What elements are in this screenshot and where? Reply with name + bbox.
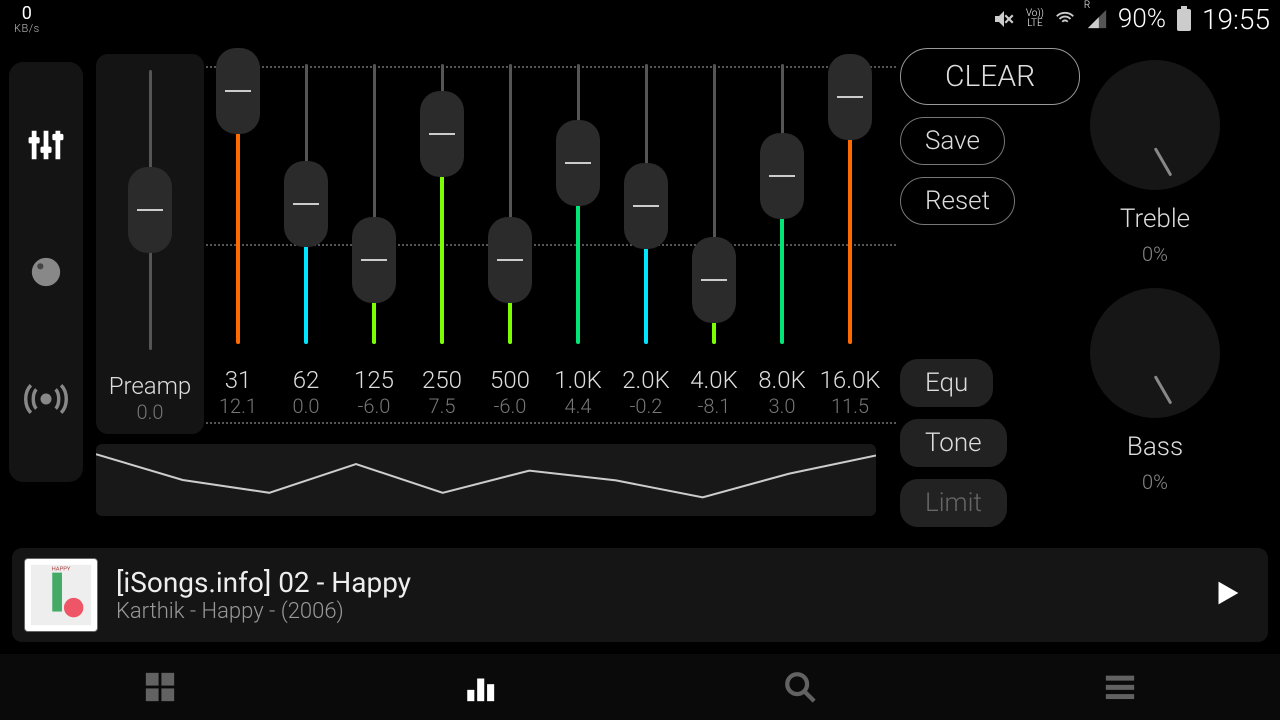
preamp-slider[interactable]: Preamp 0.0	[96, 54, 204, 434]
limit-toggle[interactable]: Limit	[900, 479, 1007, 527]
speed-unit: KB/s	[14, 23, 40, 34]
nav-library[interactable]	[136, 663, 184, 711]
track-title: [iSongs.info] 02 - Happy	[116, 566, 1192, 599]
band-freq: 4.0K	[690, 366, 738, 394]
nav-menu[interactable]	[1096, 663, 1144, 711]
nav-equalizer[interactable]	[456, 663, 504, 711]
band-gain: -8.1	[698, 394, 731, 418]
bars-icon	[463, 670, 497, 704]
eq-band-250[interactable]: 250 7.5	[408, 54, 476, 434]
tone-toggle[interactable]: Tone	[900, 419, 1007, 467]
eq-band-8.0K[interactable]: 8.0K 3.0	[748, 54, 816, 434]
eq-band-125[interactable]: 125 -6.0	[340, 54, 408, 434]
eq-band-1.0K[interactable]: 1.0K 4.4	[544, 54, 612, 434]
network-speed: 0 KB/s	[14, 5, 40, 34]
band-gain: 0.0	[293, 394, 320, 418]
clock: 19:55	[1202, 3, 1270, 36]
band-gain: 4.4	[565, 394, 592, 418]
equ-toggle[interactable]: Equ	[900, 359, 993, 407]
eq-band-31[interactable]: 31 12.1	[204, 54, 272, 434]
signal-icon: R	[1086, 8, 1108, 30]
mute-icon	[992, 7, 1016, 31]
band-freq: 31	[225, 366, 252, 394]
album-art: HAPPY	[24, 558, 98, 632]
tab-surround[interactable]	[22, 375, 70, 423]
speed-value: 0	[22, 5, 32, 23]
band-gain: -0.2	[630, 394, 663, 418]
track-subtitle: Karthik - Happy - (2006)	[116, 599, 1192, 624]
tab-balance[interactable]	[22, 248, 70, 296]
eq-band-16.0K[interactable]: 16.0K 11.5	[816, 54, 884, 434]
band-freq: 500	[490, 366, 530, 394]
bottom-nav	[0, 654, 1280, 720]
play-button[interactable]	[1210, 576, 1244, 614]
battery-percent: 90%	[1118, 4, 1166, 34]
band-freq: 16.0K	[820, 366, 881, 394]
band-gain: 12.1	[219, 394, 257, 418]
now-playing-bar[interactable]: HAPPY [iSongs.info] 02 - Happy Karthik -…	[12, 548, 1268, 642]
surround-icon	[24, 382, 68, 416]
svg-text:HAPPY: HAPPY	[52, 567, 71, 573]
hamburger-icon	[1103, 670, 1137, 704]
eq-band-500[interactable]: 500 -6.0	[476, 54, 544, 434]
band-freq: 125	[354, 366, 394, 394]
band-freq: 2.0K	[622, 366, 670, 394]
band-gain: 11.5	[831, 394, 869, 418]
band-freq: 62	[293, 366, 320, 394]
eq-band-2.0K[interactable]: 2.0K -0.2	[612, 54, 680, 434]
treble-value: 0%	[1142, 242, 1168, 266]
volte-icon: Vo)) LTE	[1026, 9, 1044, 29]
wifi-icon	[1054, 8, 1076, 30]
save-button[interactable]: Save	[900, 117, 1005, 165]
eq-band-62[interactable]: 62 0.0	[272, 54, 340, 434]
tab-equalizer[interactable]	[22, 121, 70, 169]
band-freq: 250	[422, 366, 462, 394]
treble-knob[interactable]	[1090, 60, 1220, 190]
equalizer: Preamp 0.0 31 12.1 62 0.0 125 -6.0	[96, 54, 896, 434]
battery-icon	[1176, 6, 1192, 32]
knob-icon	[29, 255, 63, 289]
band-freq: 1.0K	[554, 366, 602, 394]
band-gain: -6.0	[358, 394, 391, 418]
band-gain: -6.0	[494, 394, 527, 418]
band-gain: 3.0	[769, 394, 796, 418]
band-gain: 7.5	[429, 394, 456, 418]
status-bar: 0 KB/s Vo)) LTE R 90% 19:55	[0, 0, 1280, 38]
preamp-label: Preamp	[109, 372, 192, 400]
eq-response-graph	[96, 444, 876, 516]
preamp-value: 0.0	[137, 400, 164, 424]
band-freq: 8.0K	[758, 366, 806, 394]
grid-icon	[143, 670, 177, 704]
play-icon	[1210, 576, 1244, 610]
nav-search[interactable]	[776, 663, 824, 711]
search-icon	[783, 670, 817, 704]
bass-value: 0%	[1142, 470, 1168, 494]
reset-button[interactable]: Reset	[900, 177, 1015, 225]
eq-band-4.0K[interactable]: 4.0K -8.1	[680, 54, 748, 434]
bass-label: Bass	[1127, 432, 1183, 462]
bass-knob[interactable]	[1090, 288, 1220, 418]
treble-label: Treble	[1120, 204, 1190, 234]
sliders-icon	[27, 126, 65, 164]
